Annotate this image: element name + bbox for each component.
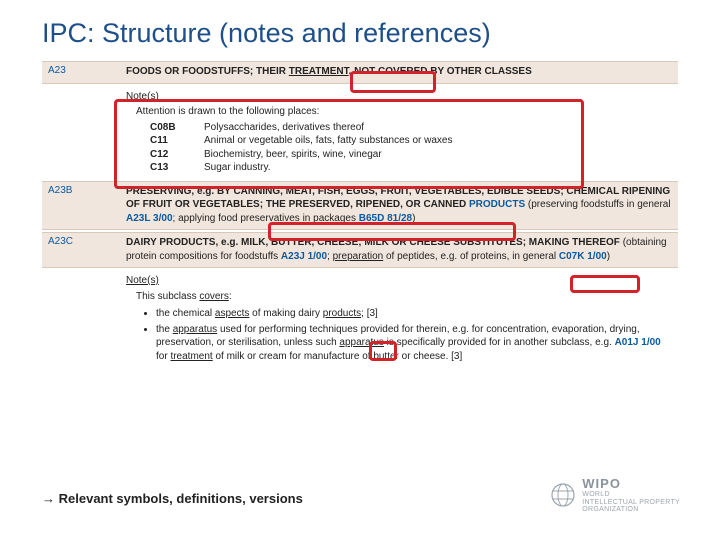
wipo-name: WIPO (582, 476, 680, 491)
t: the chemical (156, 308, 215, 319)
section-row-a23b: A23B PRESERVING, e.g. BY CANNING, MEAT, … (42, 181, 678, 231)
t: for (156, 351, 170, 362)
ref-desc: Polysaccharides, derivatives thereof (204, 121, 672, 135)
ref-row: C13Sugar industry. (150, 161, 672, 175)
footer-text: Relevant symbols, definitions, versions (59, 491, 303, 506)
ref-row: C12Biochemistry, beer, spirits, wine, vi… (150, 148, 672, 162)
ref-row: C08BPolysaccharides, derivatives thereof (150, 121, 672, 135)
slide-title: IPC: Structure (notes and references) (0, 0, 720, 61)
ipc-table: A23 FOODS OR FOODSTUFFS; THEIR TREATMENT… (42, 61, 678, 373)
note-intro: Attention is drawn to the following plac… (136, 105, 672, 119)
wipo-logo-block: WIPO WORLD INTELLECTUAL PROPERTY ORGANIZ… (550, 476, 680, 514)
list-item: the chemical aspects of making dairy pro… (156, 307, 672, 321)
paren-post: ; applying food preservatives in package… (173, 213, 359, 224)
paren-preparation: preparation (333, 251, 384, 262)
heading-products: PRODUCTS (469, 199, 525, 210)
section-code: A23C (48, 236, 126, 247)
u-apparatus: apparatus (339, 337, 383, 348)
notes-block-a23c: Note(s) This subclass covers: the chemic… (42, 268, 678, 373)
wipo-sub: INTELLECTUAL PROPERTY (582, 499, 680, 507)
footer-note: → Relevant symbols, definitions, version… (42, 491, 303, 506)
ref-desc: Sugar industry. (204, 161, 672, 175)
ref-table: C08BPolysaccharides, derivatives thereof… (150, 121, 672, 175)
t: is specifically provided for in another … (384, 337, 615, 348)
section-code: A23B (48, 185, 126, 196)
notes-label: Note(s) (126, 90, 672, 104)
u-products: products (323, 308, 361, 319)
heading-text: DAIRY PRODUCTS, e.g. MILK, BUTTER, CHEES… (126, 237, 620, 248)
paren-link2[interactable]: C07K 1/00 (559, 251, 607, 262)
paren-close: ) (607, 251, 610, 262)
ref-code: C08B (150, 121, 204, 135)
wipo-text: WIPO WORLD INTELLECTUAL PROPERTY ORGANIZ… (582, 476, 680, 514)
section-heading: FOODS OR FOODSTUFFS; THEIR TREATMENT, NO… (126, 65, 672, 79)
notes-label: Note(s) (126, 274, 672, 288)
arrow-icon: → (42, 491, 55, 506)
section-heading: PRESERVING, e.g. BY CANNING, MEAT, FISH,… (126, 185, 672, 226)
t: the (156, 324, 173, 335)
t: of making dairy (249, 308, 322, 319)
heading-text: , NOT COVERED BY OTHER CLASSES (349, 66, 532, 77)
section-row-a23: A23 FOODS OR FOODSTUFFS; THEIR TREATMENT… (42, 61, 678, 84)
ref-code: C12 (150, 148, 204, 162)
u-apparatus: apparatus (173, 324, 217, 335)
wipo-sub: ORGANIZATION (582, 506, 680, 514)
ref-code: C11 (150, 134, 204, 148)
heading-treatment: TREATMENT (289, 66, 349, 77)
version-tag: [3] (367, 308, 378, 319)
t: of milk or cream for manufacture of butt… (213, 351, 451, 362)
u-aspects: aspects (215, 308, 249, 319)
paren-link[interactable]: A23L 3/00 (126, 213, 173, 224)
paren-link[interactable]: A23J 1/00 (281, 251, 327, 262)
section-code: A23 (48, 65, 126, 76)
ref-desc: Animal or vegetable oils, fats, fatty su… (204, 134, 672, 148)
ref-link[interactable]: A01J 1/00 (615, 337, 661, 348)
notes-block-a23: Note(s) Attention is drawn to the follow… (42, 84, 678, 181)
section-heading: DAIRY PRODUCTS, e.g. MILK, BUTTER, CHEES… (126, 236, 672, 263)
sub-list: the chemical aspects of making dairy pro… (156, 307, 672, 363)
version-tag: [3] (451, 351, 462, 362)
section-row-a23c: A23C DAIRY PRODUCTS, e.g. MILK, BUTTER, … (42, 232, 678, 268)
paren-link2[interactable]: B65D 81/28 (359, 213, 412, 224)
paren-close: ) (412, 213, 415, 224)
u-treatment: treatment (170, 351, 212, 362)
heading-text: FOODS OR FOODSTUFFS; THEIR (126, 66, 289, 77)
paren-hl: preserving foodstuffs in general (531, 199, 670, 210)
ref-desc: Biochemistry, beer, spirits, wine, vineg… (204, 148, 672, 162)
paren-post2: of peptides, e.g. of proteins, in genera… (383, 251, 559, 262)
sub-intro: This subclass covers: (136, 290, 672, 304)
ref-row: C11Animal or vegetable oils, fats, fatty… (150, 134, 672, 148)
wipo-globe-icon (550, 482, 576, 508)
ref-code: C13 (150, 161, 204, 175)
wipo-sub: WORLD (582, 491, 680, 499)
list-item: the apparatus used for performing techni… (156, 323, 672, 364)
